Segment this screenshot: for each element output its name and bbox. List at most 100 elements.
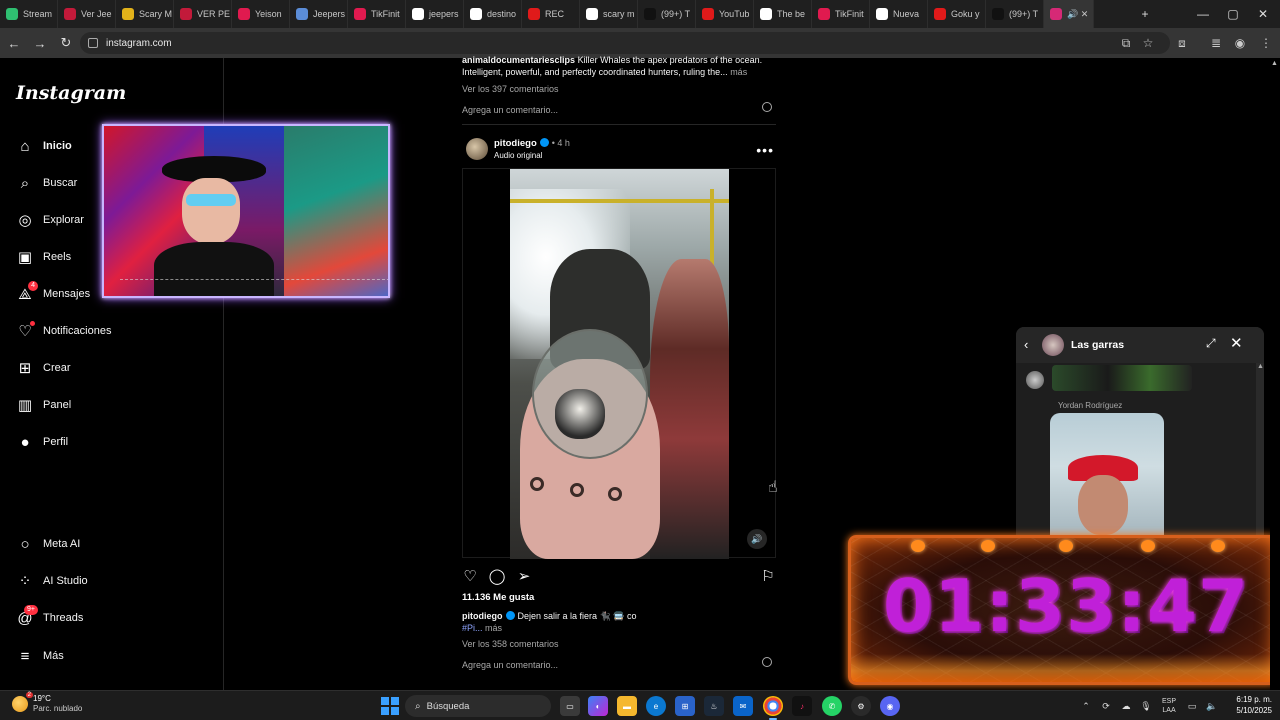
sidebar-item-crear[interactable]: ⊞ Crear [16, 356, 71, 380]
sidebar-item-mensajes[interactable]: ⟁ 4 Mensajes [16, 281, 90, 306]
reload-icon[interactable]: ↻ [54, 31, 78, 55]
language-indicator[interactable]: ESP LAA [1162, 697, 1176, 715]
expand-icon[interactable]: ⤢ [1206, 336, 1216, 351]
share-icon[interactable]: ➢ [514, 566, 534, 586]
browser-tab[interactable]: (99+) T [638, 0, 696, 28]
chat-title[interactable]: Las garras [1071, 339, 1124, 351]
browser-tab[interactable]: scary m [580, 0, 638, 28]
display-icon[interactable]: ▭ [1182, 696, 1202, 716]
media-controls-icon[interactable]: ≣ [1206, 33, 1226, 53]
emoji-icon[interactable] [762, 657, 772, 667]
sidebar-item-meta-ai[interactable]: ○ Meta AI [16, 532, 80, 556]
taskbar-clock[interactable]: 6:19 p. m. 5/10/2025 [1220, 694, 1278, 716]
post-video[interactable]: 🔊 [462, 168, 776, 559]
sidebar-item-notificaciones[interactable]: ♡ Notificaciones [16, 319, 111, 343]
site-info-icon[interactable] [88, 38, 98, 48]
extensions-icon[interactable]: ⧈ [1172, 33, 1192, 53]
sidebar-item-threads[interactable]: @9+ Threads [16, 605, 83, 630]
chat-scrollbar[interactable]: ▲ [1256, 363, 1264, 547]
microphone-icon[interactable]: 🎙 [1136, 696, 1156, 716]
post-more-link[interactable]: más [485, 623, 502, 633]
post-username[interactable]: pitodiego [494, 138, 537, 149]
network-app-icon[interactable]: ⟳ [1096, 696, 1116, 716]
prev-post-comment-field[interactable]: Agrega un comentario... [462, 100, 776, 115]
browser-tab[interactable]: VER PE [174, 0, 232, 28]
browser-tab[interactable]: The be [754, 0, 812, 28]
post-comment-field[interactable]: Agrega un comentario... [462, 655, 776, 673]
sidebar-item-panel[interactable]: ▥ Panel [16, 393, 71, 417]
comment-icon[interactable]: ◯ [487, 566, 507, 586]
sidebar-item-reels[interactable]: ▣ Reels [16, 245, 71, 269]
sidebar-item-explorar[interactable]: ◎ Explorar [16, 208, 84, 232]
post-comments-link[interactable]: Ver los 358 comentarios [462, 639, 559, 649]
chrome-icon[interactable] [763, 696, 783, 720]
mail-icon[interactable]: ✉ [733, 696, 753, 716]
prev-post-comments-link[interactable]: Ver los 397 comentarios [462, 84, 559, 94]
task-view-icon[interactable]: ▭ [560, 696, 580, 716]
chevron-left-icon[interactable]: ‹ [1024, 337, 1028, 352]
save-icon[interactable]: ⚐ [758, 566, 778, 586]
close-icon[interactable]: ✕ [1230, 334, 1243, 352]
file-explorer-icon[interactable]: ▬ [617, 696, 637, 716]
browser-tab[interactable]: (99+) T [986, 0, 1044, 28]
sidebar-item-ai-studio[interactable]: ⁘ AI Studio [16, 569, 88, 593]
weather-widget[interactable]: 2 19°C Parc. nublado [12, 692, 82, 714]
browser-tab[interactable]: TikFinit [812, 0, 870, 28]
browser-tab[interactable]: Jeepers [290, 0, 348, 28]
edge-icon[interactable]: e [646, 696, 666, 716]
back-icon[interactable]: ← [2, 31, 26, 55]
minimize-button[interactable]: — [1188, 0, 1218, 28]
steam-icon[interactable]: ♨ [704, 696, 724, 716]
browser-tab[interactable]: Scary M [116, 0, 174, 28]
new-tab-button[interactable]: + [1130, 0, 1160, 28]
tab-audio-close-icons[interactable]: 🔊 ✕ [1067, 9, 1088, 20]
page-scrollbar[interactable]: ▲ [1270, 58, 1280, 690]
like-icon[interactable]: ♡ [460, 566, 480, 586]
discord-icon[interactable]: ◉ [880, 696, 900, 716]
maximize-button[interactable]: ▢ [1218, 0, 1248, 28]
sidebar-item-perfil[interactable]: ● Perfil [16, 430, 68, 454]
sidebar-item-inicio[interactable]: ⌂ Inicio [16, 134, 71, 158]
likes-count[interactable]: 11.136 Me gusta [462, 592, 534, 603]
sidebar-item-buscar[interactable]: ⌕ Buscar [16, 171, 77, 195]
shared-image[interactable] [1052, 365, 1192, 391]
post-options-button[interactable]: ••• [756, 142, 774, 158]
browser-tab[interactable]: destino [464, 0, 522, 28]
browser-tab[interactable]: Nueva [870, 0, 928, 28]
prev-post-add-comment[interactable]: Agrega un comentario... [462, 105, 558, 115]
browser-tab-active[interactable]: 🔊 ✕ [1044, 0, 1094, 28]
prev-post-username[interactable]: animaldocumentariesclips [462, 55, 575, 65]
sidebar-item-más[interactable]: ≡ Más [16, 644, 64, 668]
mute-icon[interactable]: 🔊 [747, 529, 767, 549]
post-audio-link[interactable]: Audio original [494, 151, 542, 160]
copilot-icon[interactable]: ◐ [588, 696, 608, 716]
browser-tab[interactable]: YouTub [696, 0, 754, 28]
settings-gear-icon[interactable]: ⚙ [851, 696, 871, 716]
browser-tab[interactable]: TikFinit [348, 0, 406, 28]
scroll-up-icon[interactable]: ▲ [1271, 60, 1278, 67]
browser-menu-icon[interactable]: ⋮ [1256, 33, 1276, 53]
url-field[interactable]: instagram.com [80, 32, 1170, 54]
emoji-icon[interactable] [762, 102, 772, 112]
forward-icon[interactable]: → [28, 31, 52, 55]
onedrive-icon[interactable]: ☁ [1116, 696, 1136, 716]
chat-avatar[interactable] [1042, 334, 1064, 356]
store-icon[interactable]: ⊞ [675, 696, 695, 716]
cast-icon[interactable]: ⧉ [1116, 33, 1136, 53]
prev-post-more-link[interactable]: más [730, 67, 747, 77]
browser-tab[interactable]: jeepers [406, 0, 464, 28]
browser-tab[interactable]: Yeison [232, 0, 290, 28]
post-avatar[interactable] [466, 138, 488, 160]
browser-tab[interactable]: Goku y [928, 0, 986, 28]
chevron-up-icon[interactable]: ⌃ [1076, 696, 1096, 716]
post-caption-username[interactable]: pitodiego [462, 611, 503, 621]
tiktok-icon[interactable]: ♪ [792, 696, 812, 716]
scroll-up-icon[interactable]: ▲ [1257, 363, 1264, 375]
post-hashtag[interactable]: #Pi... [462, 623, 483, 633]
profile-avatar-icon[interactable]: ◉ [1230, 33, 1250, 53]
browser-tab[interactable]: Stream [0, 0, 58, 28]
shared-photo[interactable] [1050, 413, 1164, 547]
close-window-button[interactable]: ✕ [1248, 0, 1278, 28]
post-author[interactable]: pitodiego • 4 h [494, 138, 570, 149]
instagram-logo[interactable]: Instagram [16, 82, 126, 104]
